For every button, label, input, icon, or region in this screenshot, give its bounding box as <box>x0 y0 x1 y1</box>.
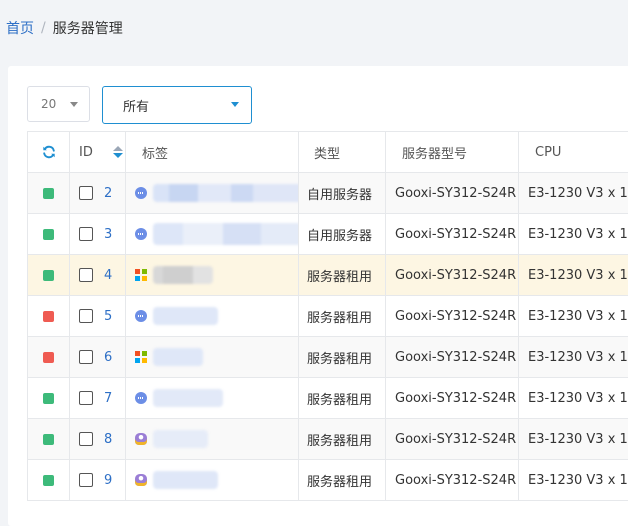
dots-icon <box>135 392 147 404</box>
table-row[interactable]: 4 服务器租用 Gooxi-SY312-S24R E3-1230 V3 x 1 <box>27 255 628 296</box>
server-cpu: E3-1230 V3 x 1 <box>528 349 628 365</box>
server-id-link[interactable]: 2 <box>104 186 112 201</box>
server-type: 服务器租用 <box>307 474 373 490</box>
redacted-tag <box>153 471 218 489</box>
server-table: ID 标签 类型 服务器型号 CPU 2 自用服务器 Gooxi-SY312-S… <box>27 131 628 501</box>
row-select-checkbox[interactable] <box>79 268 93 282</box>
model-column-header: 服务器型号 <box>386 132 519 172</box>
server-type: 服务器租用 <box>307 392 373 408</box>
page-size-select[interactable]: 20 <box>27 86 90 122</box>
server-type: 自用服务器 <box>307 187 373 203</box>
server-model: Gooxi-SY312-S24R <box>395 226 517 242</box>
server-type: 服务器租用 <box>307 310 373 326</box>
table-row[interactable]: 7 服务器租用 Gooxi-SY312-S24R E3-1230 V3 x 1 <box>27 378 628 419</box>
cpu-header-label: CPU <box>535 144 562 160</box>
sort-icon[interactable] <box>113 146 123 160</box>
table-header-row: ID 标签 类型 服务器型号 CPU <box>27 132 628 173</box>
server-id-link[interactable]: 8 <box>104 432 112 447</box>
type-filter-select[interactable]: 所有 <box>102 86 252 124</box>
status-column-header <box>27 132 70 172</box>
breadcrumb-separator: / <box>41 20 46 36</box>
server-id-link[interactable]: 4 <box>104 268 112 283</box>
status-online-indicator <box>43 228 54 240</box>
dots-icon <box>135 187 147 199</box>
redacted-tag <box>153 430 208 448</box>
redacted-tag <box>153 389 223 407</box>
linux-icon <box>135 433 147 445</box>
server-cpu: E3-1230 V3 x 1 <box>528 390 628 406</box>
row-select-checkbox[interactable] <box>79 432 93 446</box>
status-online-indicator <box>43 474 54 486</box>
row-select-checkbox[interactable] <box>79 309 93 323</box>
breadcrumb-current: 服务器管理 <box>52 21 123 37</box>
status-online-indicator <box>43 392 54 404</box>
server-type: 服务器租用 <box>307 351 373 367</box>
row-select-checkbox[interactable] <box>79 227 93 241</box>
caret-down-icon <box>70 102 78 107</box>
status-online-indicator <box>43 433 54 445</box>
table-row[interactable]: 8 服务器租用 Gooxi-SY312-S24R E3-1230 V3 x 1 <box>27 419 628 460</box>
redacted-tag <box>153 184 298 202</box>
server-cpu: E3-1230 V3 x 1 <box>528 308 628 324</box>
server-id-link[interactable]: 9 <box>104 473 112 488</box>
table-row[interactable]: 6 服务器租用 Gooxi-SY312-S24R E3-1230 V3 x 1 <box>27 337 628 378</box>
dots-icon <box>135 310 147 322</box>
server-id-link[interactable]: 5 <box>104 309 112 324</box>
server-model: Gooxi-SY312-S24R <box>395 185 517 201</box>
tag-header-label: 标签 <box>142 146 169 162</box>
dots-icon <box>135 228 147 240</box>
redacted-tag <box>153 348 203 366</box>
server-cpu: E3-1230 V3 x 1 <box>528 472 628 488</box>
redacted-tag <box>153 266 213 284</box>
server-cpu: E3-1230 V3 x 1 <box>528 226 628 242</box>
page-size-value: 20 <box>41 97 57 111</box>
row-select-checkbox[interactable] <box>79 186 93 200</box>
server-model: Gooxi-SY312-S24R <box>395 308 517 324</box>
linux-icon <box>135 474 147 486</box>
server-model: Gooxi-SY312-S24R <box>395 267 517 283</box>
server-cpu: E3-1230 V3 x 1 <box>528 267 628 283</box>
table-row[interactable]: 3 自用服务器 Gooxi-SY312-S24R E3-1230 V3 x 1 <box>27 214 628 255</box>
model-header-label: 服务器型号 <box>402 146 468 162</box>
server-type: 服务器租用 <box>307 269 373 285</box>
table-row[interactable]: 9 服务器租用 Gooxi-SY312-S24R E3-1230 V3 x 1 <box>27 460 628 501</box>
type-column-header: 类型 <box>299 132 386 172</box>
type-header-label: 类型 <box>314 146 341 162</box>
caret-down-icon <box>231 102 239 107</box>
server-model: Gooxi-SY312-S24R <box>395 431 517 447</box>
server-model: Gooxi-SY312-S24R <box>395 390 517 406</box>
type-filter-value: 所有 <box>123 99 150 115</box>
server-model: Gooxi-SY312-S24R <box>395 349 517 365</box>
table-row[interactable]: 2 自用服务器 Gooxi-SY312-S24R E3-1230 V3 x 1 <box>27 173 628 214</box>
server-type: 自用服务器 <box>307 228 373 244</box>
status-online-indicator <box>43 269 54 281</box>
row-select-checkbox[interactable] <box>79 391 93 405</box>
tag-column-header: 标签 <box>126 132 299 172</box>
server-model: Gooxi-SY312-S24R <box>395 472 517 488</box>
windows-icon <box>135 351 147 363</box>
server-cpu: E3-1230 V3 x 1 <box>528 185 628 201</box>
redacted-tag <box>153 307 218 325</box>
status-online-indicator <box>43 187 54 199</box>
id-column-header[interactable]: ID <box>70 132 126 172</box>
server-cpu: E3-1230 V3 x 1 <box>528 431 628 447</box>
row-select-checkbox[interactable] <box>79 350 93 364</box>
server-id-link[interactable]: 7 <box>104 391 112 406</box>
id-header-label: ID <box>79 144 93 160</box>
server-type: 服务器租用 <box>307 433 373 449</box>
refresh-icon[interactable] <box>42 145 56 159</box>
breadcrumb-home-link[interactable]: 首页 <box>6 18 34 38</box>
redacted-tag <box>153 223 298 245</box>
server-id-link[interactable]: 6 <box>104 350 112 365</box>
row-select-checkbox[interactable] <box>79 473 93 487</box>
table-row[interactable]: 5 服务器租用 Gooxi-SY312-S24R E3-1230 V3 x 1 <box>27 296 628 337</box>
status-offline-indicator <box>43 310 54 322</box>
server-id-link[interactable]: 3 <box>104 227 112 242</box>
cpu-column-header: CPU <box>519 132 628 172</box>
status-offline-indicator <box>43 351 54 363</box>
windows-icon <box>135 269 147 281</box>
breadcrumb: 首页 / 服务器管理 <box>6 18 123 38</box>
